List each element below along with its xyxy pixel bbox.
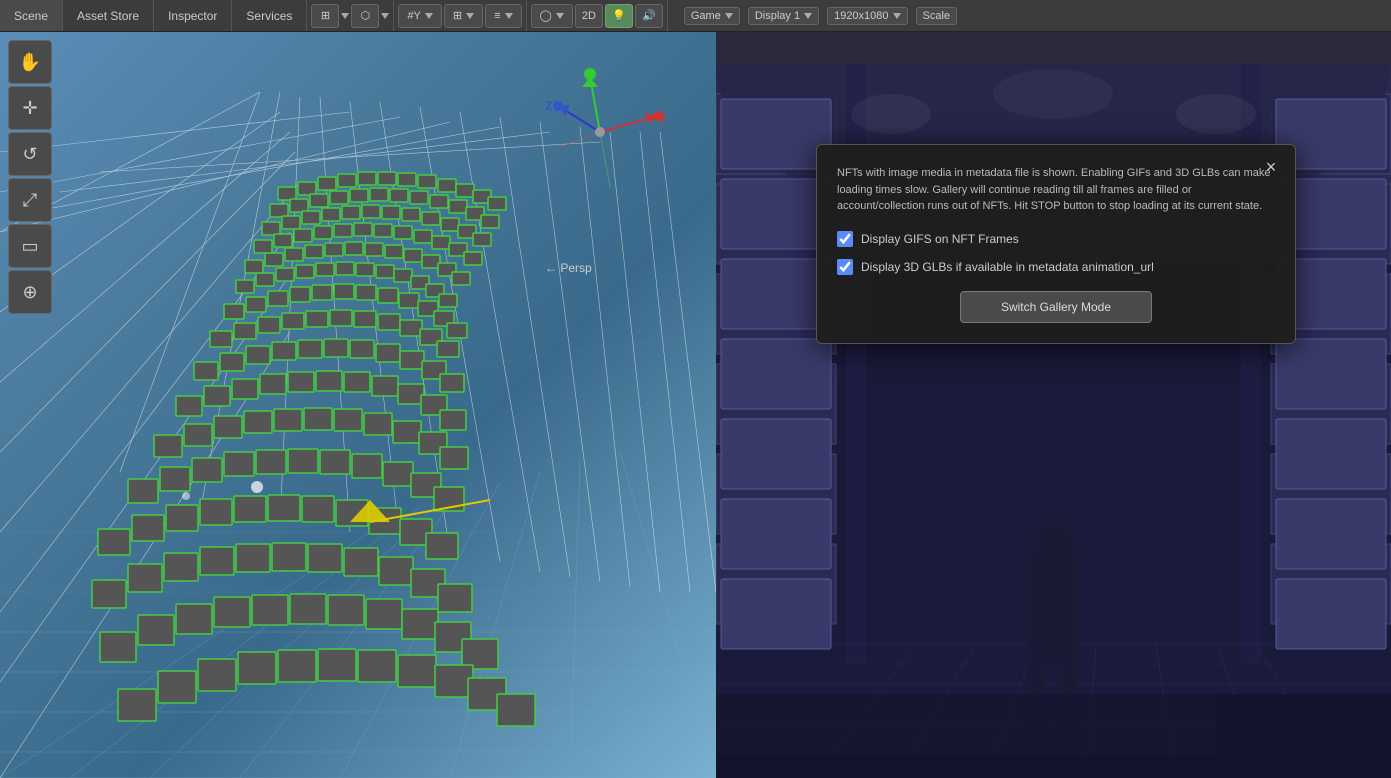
hand-tool-btn[interactable]: ✋ — [8, 40, 52, 84]
gifs-checkbox[interactable] — [837, 231, 853, 247]
rect-tool-btn[interactable]: ⊞ — [311, 4, 339, 28]
svg-text:← Persp: ← Persp — [545, 261, 592, 275]
grid-btn[interactable]: ⊞ — [444, 4, 483, 28]
tab-services[interactable]: Services — [232, 0, 307, 31]
main-content: X Z ← Persp ✋ ✛ ↺ ⤢ ▭ ⊕ — [0, 32, 1391, 778]
audio-btn[interactable]: 🔊 — [635, 4, 663, 28]
resolution-label: 1920x1080 — [834, 10, 888, 22]
switch-gallery-mode-button[interactable]: Switch Gallery Mode — [960, 291, 1152, 323]
scene-canvas: X Z ← Persp — [0, 32, 716, 778]
display-label: Display 1 — [755, 10, 800, 22]
game-topbar: Game Display 1 1920x1080 Scale — [668, 0, 1391, 31]
rotate-tool-btn[interactable]: ↺ — [8, 132, 52, 176]
2d-btn[interactable]: 2D — [575, 4, 603, 28]
display-tools: ◯ 2D 💡 🔊 — [527, 0, 668, 31]
dialog-message: NFTs with image media in metadata file i… — [837, 165, 1275, 215]
tab-services-label: Services — [246, 9, 292, 23]
left-sidebar: ✋ ✛ ↺ ⤢ ▭ ⊕ — [8, 40, 58, 314]
scale-label: Scale — [923, 10, 951, 22]
tab-asset-store[interactable]: Asset Store — [63, 0, 154, 31]
y-axis-btn[interactable]: #Y — [398, 4, 441, 28]
tab-inspector[interactable]: Inspector — [154, 0, 232, 31]
scene-panel: X Z ← Persp ✋ ✛ ↺ ⤢ ▭ ⊕ — [0, 32, 716, 778]
resolution-select[interactable]: 1920x1080 — [827, 7, 907, 25]
shape-btn[interactable]: ◯ — [531, 4, 573, 28]
glbs-checkbox-label: Display 3D GLBs if available in metadata… — [861, 260, 1154, 274]
glbs-checkbox[interactable] — [837, 259, 853, 275]
top-toolbar: Scene Asset Store Inspector Services ⊞ ⬡… — [0, 0, 1391, 32]
tab-scene-label: Scene — [14, 9, 48, 23]
transform-tools: ⊞ ⬡ — [307, 0, 394, 31]
settings-dialog: × NFTs with image media in metadata file… — [816, 144, 1296, 344]
snap-btn[interactable]: ≡ — [485, 4, 521, 28]
tab-inspector-label: Inspector — [168, 9, 217, 23]
scale-tool-btn[interactable]: ⤢ — [8, 178, 52, 222]
rect-transform-btn[interactable]: ▭ — [8, 224, 52, 268]
game-label: Game — [691, 10, 721, 22]
tab-scene[interactable]: Scene — [0, 0, 63, 31]
move-tool-btn[interactable]: ✛ — [8, 86, 52, 130]
scale-select[interactable]: Scale — [916, 7, 958, 25]
close-button[interactable]: × — [1259, 155, 1283, 179]
game-panel: × NFTs with image media in metadata file… — [716, 32, 1391, 778]
toolbar-tabs: Scene Asset Store Inspector Services — [0, 0, 307, 31]
axis-tools: #Y ⊞ ≡ — [394, 0, 526, 31]
gifs-checkbox-row: Display GIFS on NFT Frames — [837, 231, 1275, 247]
game-select[interactable]: Game — [684, 7, 740, 25]
glbs-checkbox-row: Display 3D GLBs if available in metadata… — [837, 259, 1275, 275]
gifs-checkbox-label: Display GIFS on NFT Frames — [861, 232, 1019, 246]
svg-text:Z: Z — [545, 99, 552, 113]
cube-tool-btn[interactable]: ⬡ — [351, 4, 379, 28]
custom-tool-btn[interactable]: ⊕ — [8, 270, 52, 314]
game-scene: × NFTs with image media in metadata file… — [716, 64, 1391, 778]
tab-asset-store-label: Asset Store — [77, 9, 139, 23]
light-btn[interactable]: 💡 — [605, 4, 633, 28]
display-select[interactable]: Display 1 — [748, 7, 819, 25]
